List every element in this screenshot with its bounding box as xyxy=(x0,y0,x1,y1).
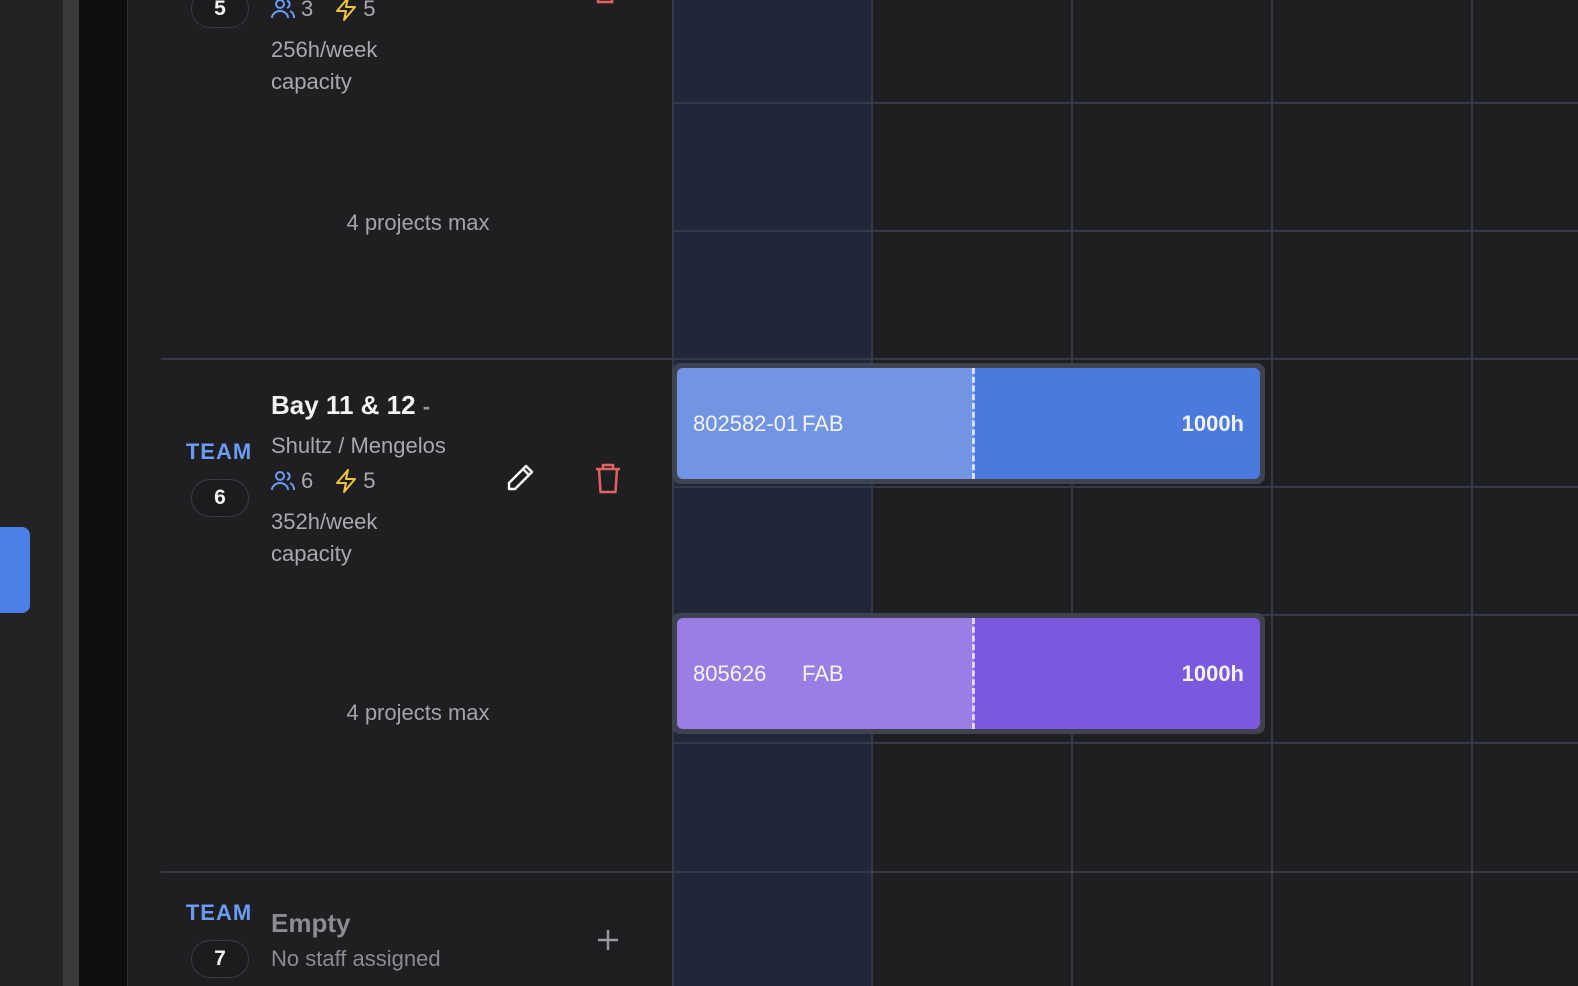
add-staff-button[interactable] xyxy=(588,920,628,960)
grid-row-line xyxy=(672,871,1578,873)
grid-column-line xyxy=(1271,0,1273,986)
lightning-icon xyxy=(336,0,357,21)
team-number: 7 xyxy=(214,947,226,970)
trash-icon xyxy=(596,463,620,494)
team-label: TEAM xyxy=(185,900,253,925)
edit-team-button[interactable] xyxy=(500,458,540,498)
project-bar[interactable]: 802582-01 FAB 1000h xyxy=(677,368,1260,479)
project-id: 805626 xyxy=(693,660,767,686)
grid-row-line xyxy=(672,742,1578,744)
member-count-value: 6 xyxy=(301,468,314,493)
today-marker xyxy=(972,368,975,479)
team-name: Empty xyxy=(271,908,351,938)
users-icon xyxy=(271,471,295,491)
grid-column-line xyxy=(871,0,873,986)
team-capacity: 352h/week capacity xyxy=(271,509,378,566)
project-bar[interactable]: 805626 FAB 1000h xyxy=(677,618,1260,729)
project-hours: 1000h xyxy=(1181,410,1244,436)
team-subtitle: Shultz / Mengelos xyxy=(271,433,446,458)
project-phase: FAB xyxy=(802,410,844,436)
lightning-icon xyxy=(336,469,357,493)
team-stats: 3 5 xyxy=(271,0,376,22)
team-separator xyxy=(161,871,672,873)
team-number-badge: 5 xyxy=(191,0,249,28)
current-column-highlight xyxy=(672,0,872,986)
scrollbar-track[interactable] xyxy=(63,0,79,986)
team-number-badge: 7 xyxy=(191,940,249,978)
member-count: 3 xyxy=(271,0,313,22)
today-marker xyxy=(972,618,975,729)
power-count: 5 xyxy=(335,468,376,494)
team-stats: 6 5 xyxy=(271,468,376,494)
left-sidebar xyxy=(0,0,63,986)
users-icon xyxy=(271,0,295,19)
team-number: 5 xyxy=(214,0,226,20)
team-name-text: Bay 11 & 12 xyxy=(271,390,416,420)
team-subtitle: No staff assigned xyxy=(271,946,441,971)
project-hours: 1000h xyxy=(1181,660,1244,686)
project-id: 802582-01 xyxy=(693,410,799,436)
team-name: Bay 11 & 12 - xyxy=(271,390,430,421)
team-name-dash: - xyxy=(422,394,431,419)
project-phase: FAB xyxy=(802,660,844,686)
sidebar-active-tab[interactable] xyxy=(0,527,30,613)
schedule-grid: 802582-01 FAB 1000h 805626 FAB 1000h xyxy=(672,0,1578,986)
member-count: 6 xyxy=(271,468,313,494)
grid-row-line xyxy=(672,358,1578,360)
grid-row-line xyxy=(672,230,1578,232)
delete-icon[interactable] xyxy=(590,0,620,4)
grid-column-line xyxy=(1071,0,1073,986)
left-gutter xyxy=(79,0,128,986)
member-count-value: 3 xyxy=(301,0,314,21)
plus-icon xyxy=(598,930,618,950)
team-number-badge: 6 xyxy=(191,479,249,517)
grid-row-line xyxy=(672,486,1578,488)
team-label: TEAM xyxy=(185,439,253,464)
grid-column-line xyxy=(1471,0,1473,986)
power-count-value: 5 xyxy=(363,0,376,21)
pencil-icon xyxy=(507,464,534,491)
grid-column-line xyxy=(672,0,674,986)
power-count: 5 xyxy=(335,0,376,22)
max-projects-label: 4 projects max xyxy=(346,210,490,235)
team-number: 6 xyxy=(214,486,226,509)
grid-row-line xyxy=(672,102,1578,104)
team-separator xyxy=(161,358,672,360)
max-projects-label: 4 projects max xyxy=(346,700,490,725)
delete-team-button[interactable] xyxy=(588,458,628,498)
team-capacity: 256h/week capacity xyxy=(271,37,378,94)
power-count-value: 5 xyxy=(363,468,376,493)
